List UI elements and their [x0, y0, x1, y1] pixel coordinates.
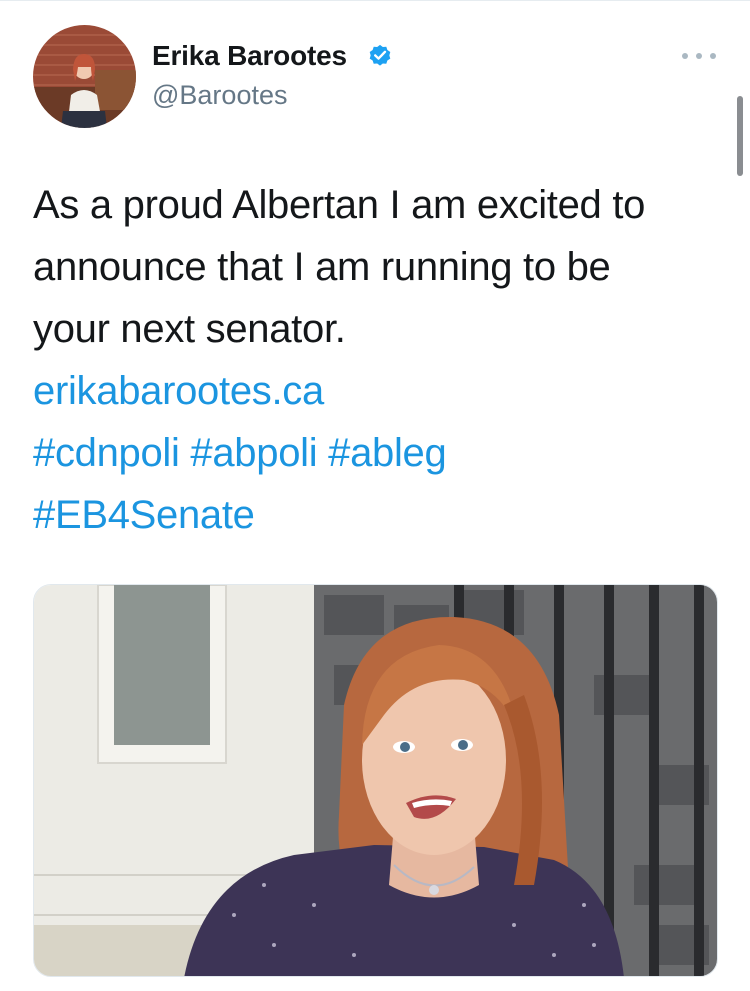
verified-badge-icon	[367, 42, 393, 68]
tweet-text-line: your next senator.	[33, 307, 346, 351]
tweet-text: As a proud Albertan I am excited to anno…	[33, 174, 723, 546]
website-link[interactable]: erikabarootes.ca	[33, 360, 723, 422]
tweet-text-line: announce that I am running to be	[33, 245, 611, 289]
video-thumbnail[interactable]	[33, 584, 718, 977]
tweet: Erika Barootes @Barootes As a proud Albe…	[0, 0, 750, 991]
author-name[interactable]: Erika Barootes	[152, 40, 347, 72]
scrollbar[interactable]	[737, 96, 743, 176]
author-handle[interactable]: @Barootes	[152, 80, 287, 111]
hashtags-line[interactable]: #cdnpoli #abpoli #ableg	[33, 422, 723, 484]
tweet-text-line: As a proud Albertan I am excited to	[33, 183, 646, 227]
hashtag-eb4senate[interactable]: #EB4Senate	[33, 484, 723, 546]
more-options-icon[interactable]	[682, 49, 716, 63]
top-divider	[0, 0, 750, 1]
avatar[interactable]	[33, 25, 136, 128]
